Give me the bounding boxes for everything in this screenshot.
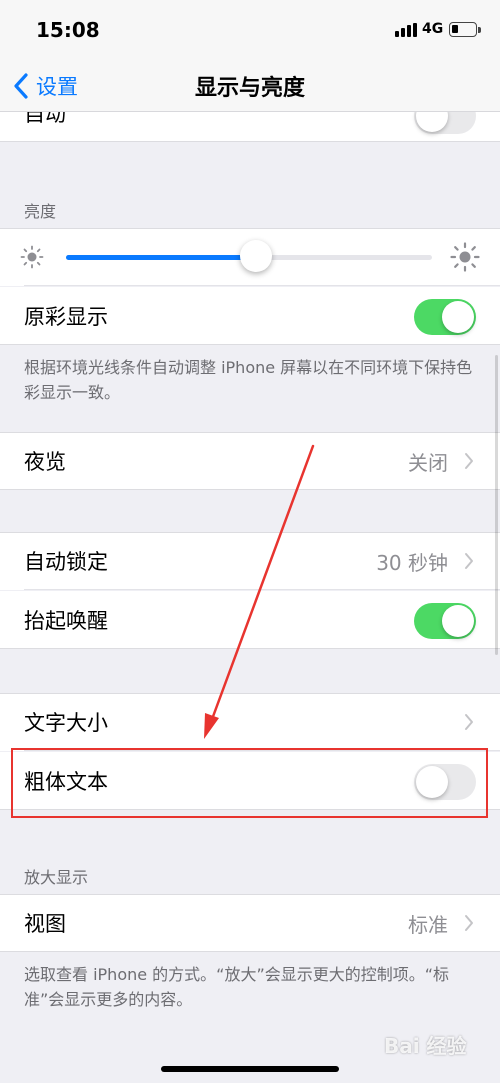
true-tone-row[interactable]: 原彩显示	[0, 287, 500, 345]
status-time: 15:08	[36, 18, 100, 42]
raise-to-wake-toggle[interactable]	[414, 603, 476, 639]
auto-lock-label: 自动锁定	[24, 550, 108, 574]
raise-to-wake-label: 抬起唤醒	[24, 609, 108, 633]
brightness-header: 亮度	[24, 202, 57, 221]
navigation-bar: 设置 显示与亮度	[0, 60, 500, 112]
true-tone-footer: 根据环境光线条件自动调整 iPhone 屏幕以在不同环境下保持色彩显示一致。	[24, 358, 473, 402]
zoom-header: 放大显示	[24, 868, 89, 887]
chevron-right-icon	[465, 915, 473, 931]
chevron-right-icon	[465, 453, 473, 469]
brightness-slider-row	[0, 228, 500, 286]
true-tone-label: 原彩显示	[24, 305, 108, 329]
view-label: 视图	[24, 912, 66, 936]
text-size-row[interactable]: 文字大小	[0, 693, 500, 751]
auto-lock-row[interactable]: 自动锁定 30 秒钟	[0, 532, 500, 590]
watermark: Bai 经验	[384, 1034, 467, 1058]
page-title: 显示与亮度	[194, 76, 305, 101]
night-shift-row[interactable]: 夜览 关闭	[0, 432, 500, 490]
zoom-footer: 选取查看 iPhone 的方式。“放大”会显示更大的控制项。“标准”会显示更多的…	[24, 965, 450, 1009]
brightness-thumb[interactable]	[240, 240, 273, 272]
status-bar: 15:08 4G	[0, 0, 500, 60]
sun-large-icon	[450, 242, 480, 272]
brightness-fill	[66, 255, 257, 260]
auto-label: 自动	[24, 112, 66, 126]
raise-to-wake-row[interactable]: 抬起唤醒	[0, 591, 500, 649]
sun-small-icon	[20, 245, 44, 269]
signal-icon	[395, 23, 417, 37]
battery-tip	[478, 27, 481, 33]
annotation-highlight-box	[11, 748, 488, 818]
scroll-indicator	[495, 355, 498, 655]
view-value: 标准	[408, 913, 448, 937]
auto-brightness-row[interactable]: 自动	[0, 112, 500, 142]
zoom-view-row[interactable]: 视图 标准	[0, 894, 500, 952]
chevron-right-icon	[465, 714, 473, 730]
battery-icon	[449, 22, 477, 37]
auto-toggle[interactable]	[414, 112, 476, 134]
night-shift-value: 关闭	[408, 451, 448, 475]
auto-lock-value: 30 秒钟	[376, 551, 448, 575]
night-shift-label: 夜览	[24, 450, 66, 474]
home-indicator[interactable]	[161, 1066, 339, 1072]
network-type: 4G	[422, 21, 444, 37]
chevron-right-icon	[465, 553, 473, 569]
true-tone-toggle[interactable]	[414, 299, 476, 335]
text-size-label: 文字大小	[24, 711, 108, 735]
